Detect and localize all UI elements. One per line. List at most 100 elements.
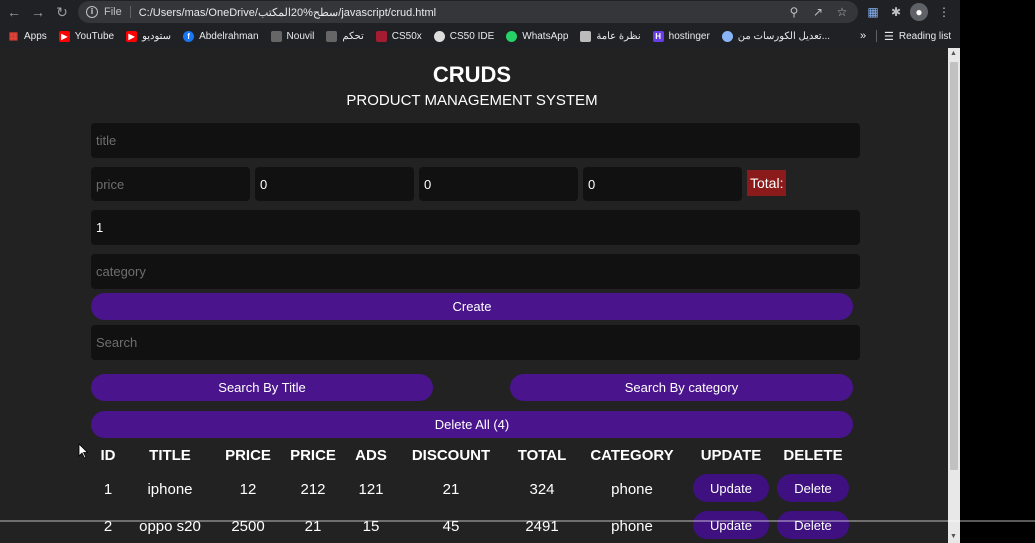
- bookmark-label: Nouvil: [286, 30, 315, 42]
- search-by-title-button[interactable]: Search By Title: [91, 374, 433, 401]
- delete-button[interactable]: Delete: [777, 511, 849, 539]
- bookmark-cs50-ide[interactable]: CS50 IDE: [433, 30, 495, 42]
- reading-list-button[interactable]: ☰ Reading list: [884, 25, 951, 47]
- bookmark-youtube[interactable]: ▶ YouTube: [58, 30, 115, 42]
- bookmark-label: CS50 IDE: [449, 30, 495, 42]
- cell-total: 324: [529, 481, 555, 498]
- share-icon[interactable]: ↗: [810, 4, 826, 20]
- star-icon[interactable]: ☆: [834, 4, 850, 20]
- app-title: CRUDS: [432, 62, 512, 87]
- whatsapp-icon: [506, 30, 518, 42]
- update-button[interactable]: Update: [693, 511, 769, 539]
- facebook-icon: f: [183, 30, 195, 42]
- cell-ads: 121: [358, 481, 384, 498]
- create-button[interactable]: Create: [91, 293, 853, 320]
- info-icon[interactable]: i: [86, 6, 98, 18]
- column-header-delete: DELETE: [783, 447, 843, 464]
- count-input[interactable]: 1: [91, 210, 860, 245]
- delete-button[interactable]: Delete: [777, 474, 849, 502]
- video-progress-line: [0, 520, 1035, 522]
- column-header-id: ID: [100, 447, 116, 464]
- file-scheme-label: File: [104, 6, 122, 18]
- search-input[interactable]: Search: [91, 325, 860, 360]
- bookmark-studio[interactable]: ▶ ستوديو: [126, 30, 172, 42]
- search-by-category-button[interactable]: Search By category: [510, 374, 853, 401]
- column-header-ads: ADS: [355, 447, 387, 464]
- column-header-title: TITLE: [149, 447, 191, 464]
- bookmark-label: CS50x: [391, 30, 422, 42]
- bookmark-whatsapp[interactable]: WhatsApp: [506, 30, 569, 42]
- cs50-icon: [375, 30, 387, 42]
- column-header-total: TOTAL: [517, 447, 567, 464]
- bookmark-label: ستوديو: [142, 30, 172, 42]
- bookmark-label: Abdelrahman: [199, 30, 259, 42]
- cell-discount: 21: [442, 481, 460, 498]
- update-button[interactable]: Update: [693, 474, 769, 502]
- bookmark-abdelrahman[interactable]: f Abdelrahman: [183, 30, 259, 42]
- bookmark-hostinger[interactable]: H hostinger: [652, 30, 710, 42]
- cell-taxes: 212: [300, 481, 326, 498]
- car-icon: [580, 30, 592, 42]
- browser-chrome: ← → ↻ i File C:/Users/mas/OneDrive/سطح%2…: [0, 0, 960, 48]
- total-badge: Total:: [747, 170, 787, 196]
- taxes-input[interactable]: 0: [255, 167, 414, 201]
- cell-category: phone: [611, 481, 653, 498]
- price-input[interactable]: price: [91, 167, 250, 201]
- bookmark-control[interactable]: تحكم: [326, 30, 364, 42]
- category-input[interactable]: category: [91, 254, 860, 289]
- bookmarks-divider: [876, 30, 877, 42]
- column-header-taxes: PRICE: [290, 447, 336, 464]
- cell-price: 12: [239, 481, 257, 498]
- apps-grid-icon: ▦: [8, 30, 19, 42]
- menu-kebab-icon[interactable]: ⋮: [935, 3, 953, 21]
- ads-input[interactable]: 0: [419, 167, 578, 201]
- url-divider: [129, 6, 131, 18]
- reading-list-icon: ☰: [884, 30, 894, 43]
- column-header-category: CATEGORY: [590, 447, 674, 464]
- bookmarks-overflow-button[interactable]: »: [860, 25, 866, 47]
- column-header-discount: DISCOUNT: [411, 447, 491, 464]
- zoom-icon[interactable]: ⚲: [786, 4, 802, 20]
- bookmark-favicon-icon: [270, 30, 282, 42]
- bookmark-label: hostinger: [668, 30, 710, 42]
- extensions-puzzle-icon[interactable]: ✱: [887, 3, 905, 21]
- youtube-studio-icon: ▶: [126, 30, 138, 42]
- address-row: ← → ↻ i File C:/Users/mas/OneDrive/سطح%2…: [0, 0, 960, 24]
- delete-all-button[interactable]: Delete All (4): [91, 411, 853, 438]
- profile-avatar[interactable]: ●: [910, 3, 928, 21]
- title-input[interactable]: title: [91, 123, 860, 158]
- scrollbar-thumb[interactable]: [950, 62, 958, 470]
- scroll-down-arrow-icon[interactable]: ▼: [950, 533, 957, 540]
- page-viewport: CRUDS PRODUCT MANAGEMENT SYSTEM title pr…: [0, 48, 948, 543]
- bookmark-label: تعديل الكورسات من...: [737, 30, 831, 42]
- url-text[interactable]: C:/Users/mas/OneDrive/سطح%20المكتب/javas…: [139, 6, 436, 19]
- forward-arrow-icon[interactable]: →: [26, 0, 50, 24]
- back-arrow-icon[interactable]: ←: [2, 0, 26, 24]
- mouse-cursor-icon: [78, 443, 89, 459]
- bookmark-label: WhatsApp: [522, 30, 569, 42]
- scroll-up-arrow-icon[interactable]: ▲: [950, 50, 957, 57]
- bookmark-nouvil[interactable]: Nouvil: [270, 30, 315, 42]
- cell-id: 1: [103, 481, 113, 498]
- bookmark-apps[interactable]: ▦ Apps: [8, 31, 47, 42]
- bookmark-courses[interactable]: تعديل الكورسات من...: [721, 30, 831, 42]
- hostinger-icon: H: [652, 30, 664, 42]
- bookmark-label: Apps: [24, 30, 47, 42]
- page-scrollbar[interactable]: ▲ ▼: [948, 48, 960, 543]
- cell-title: iphone: [147, 481, 193, 498]
- bookmark-label: تحكم: [342, 30, 364, 42]
- app-subtitle: PRODUCT MANAGEMENT SYSTEM: [346, 92, 598, 109]
- reload-icon[interactable]: ↻: [50, 0, 74, 24]
- bookmark-cs50x[interactable]: CS50x: [375, 30, 422, 42]
- translate-icon[interactable]: ▦: [864, 3, 882, 21]
- screen-margin: [960, 0, 1035, 543]
- globe-icon: [721, 30, 733, 42]
- bookmark-favicon-icon: [326, 30, 338, 42]
- bookmark-label: YouTube: [74, 30, 115, 42]
- bookmarks-bar: ▦ Apps ▶ YouTube ▶ ستوديو f Abdelrahman …: [0, 25, 960, 47]
- bookmark-label: نظرة عامة: [596, 30, 641, 42]
- discount-input[interactable]: 0: [583, 167, 742, 201]
- column-header-price: PRICE: [225, 447, 271, 464]
- address-bar[interactable]: i File C:/Users/mas/OneDrive/سطح%20المكت…: [78, 1, 858, 23]
- bookmark-overview[interactable]: نظرة عامة: [580, 30, 641, 42]
